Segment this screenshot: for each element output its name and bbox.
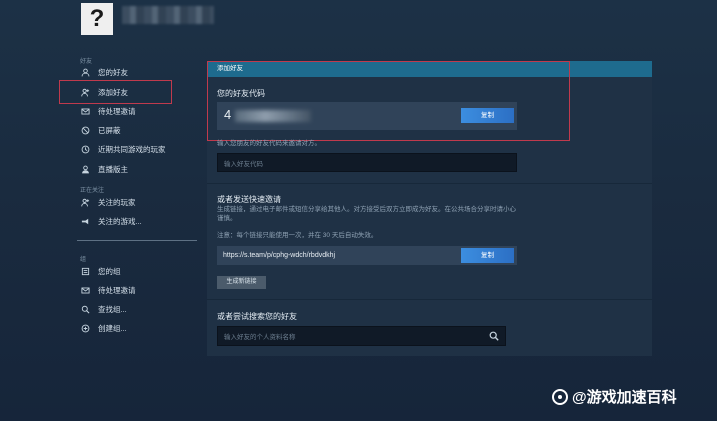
add-friend-highlight-box [59,80,172,104]
sidebar-item-broadcast-moderators[interactable]: 直播版主 [80,162,128,176]
sidebar-item-your-groups[interactable]: 您的组 [80,264,121,278]
sidebar-item-followed-players[interactable]: 关注的玩家 [80,195,136,209]
watermark-logo-icon [552,388,568,405]
search-friends-title: 或者尝试搜索您的好友 [217,312,297,321]
friend-code-hint: 输入您朋友的好友代码来邀请对方。 [217,140,321,147]
sidebar-item-label: 关注的玩家 [98,197,136,207]
panel-header: 添加好友 [207,61,652,77]
sidebar-item-label: 待处理邀请 [98,106,136,116]
sidebar-item-followed-games[interactable]: 关注的游戏... [80,214,142,228]
copy-link-button[interactable]: 复制 [461,248,514,263]
copy-code-button[interactable]: 复制 [461,108,514,123]
sidebar-item-create-group[interactable]: 创建组... [80,321,127,335]
quick-invite-description: 生成链接，通过电子邮件或短信分享给其他人。对方接受后双方立即成为好友。在公共场合… [217,206,516,222]
game-icon [80,216,91,227]
quick-invite-note: 注意：每个链接只能使用一次，并在 30 天后自动失效。 [217,232,378,239]
search-icon [80,304,91,315]
friend-code-title: 您的好友代码 [217,89,265,98]
sidebar-item-label: 您的好友 [98,67,128,77]
search-friends-input[interactable]: 输入好友的个人资料名称 [217,326,506,346]
sidebar-item-group-invites[interactable]: 待处理邀请 [80,283,136,297]
section-divider [207,183,652,184]
sidebar-item-label: 直播版主 [98,164,128,174]
sidebar-item-label: 近期共同游戏的玩家 [98,144,166,154]
sidebar-item-label: 创建组... [98,323,127,333]
sidebar-item-your-friends[interactable]: 您的好友 [80,65,128,79]
sidebar-item-label: 已屏蔽 [98,125,121,135]
friend-code-input[interactable]: 输入好友代码 [217,153,517,172]
sidebar: 好友 您的好友 添加好友 待处理邀请 已屏蔽 近期共同游戏的玩家 直播版主 正在… [0,0,200,421]
plus-circle-icon [80,323,91,334]
sidebar-item-label: 查找组... [98,304,127,314]
clock-icon [80,144,91,155]
blocked-icon [80,125,91,136]
sidebar-item-find-groups[interactable]: 查找组... [80,302,127,316]
moderator-icon [80,164,91,175]
sidebar-item-blocked[interactable]: 已屏蔽 [80,123,121,137]
friend-code-value: 4 [224,107,234,122]
search-icon[interactable] [489,331,499,341]
sidebar-section-friends: 好友 [80,59,93,65]
sidebar-item-pending-invites[interactable]: 待处理邀请 [80,104,136,118]
friend-code-blurred [235,110,311,122]
watermark-text: @游戏加速百科 [572,389,677,406]
sidebar-item-label: 您的组 [98,266,121,276]
sidebar-item-label: 待处理邀请 [98,285,136,295]
watermark: @游戏加速百科 [552,386,677,407]
sidebar-section-groups: 组 [80,257,87,263]
quick-invite-title: 或者发送快速邀请 [217,195,281,204]
user-icon [80,67,91,78]
generate-link-button[interactable]: 生成新链接 [217,276,266,289]
group-icon [80,266,91,277]
sidebar-item-label: 关注的游戏... [98,216,142,226]
mail-icon [80,106,91,117]
follow-user-icon [80,197,91,208]
sidebar-item-recent-players[interactable]: 近期共同游戏的玩家 [80,142,166,156]
sidebar-divider [77,240,197,241]
section-divider [207,299,652,300]
sidebar-section-following: 正在关注 [80,188,105,194]
mail-icon [80,285,91,296]
